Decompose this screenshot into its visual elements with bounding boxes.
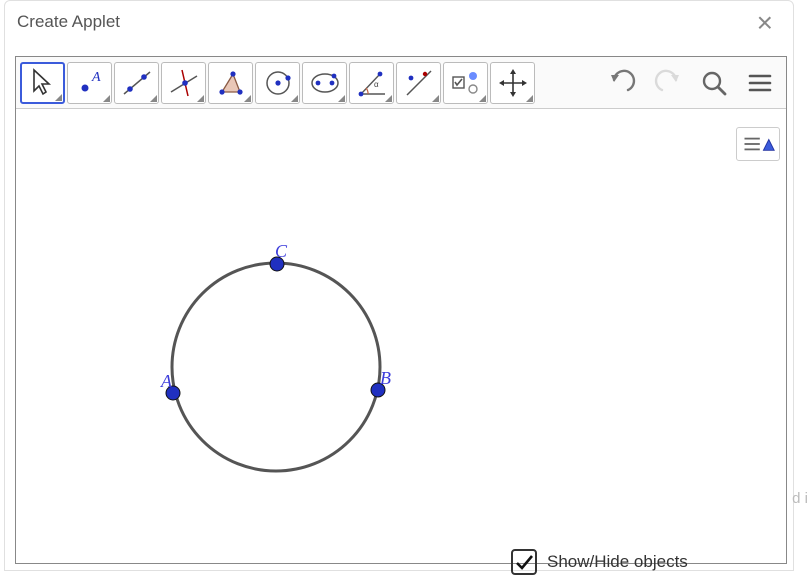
close-icon[interactable]: ×	[757, 9, 773, 37]
tool-point[interactable]: A	[67, 62, 112, 104]
toolbar: A	[16, 57, 786, 109]
tool-move-graphics[interactable]	[490, 62, 535, 104]
checkbox-label: Show/Hide objects	[547, 552, 688, 572]
construction-svg[interactable]	[16, 109, 786, 563]
tool-move[interactable]	[20, 62, 65, 104]
ellipse-icon	[308, 66, 342, 100]
move-graphics-icon	[496, 66, 530, 100]
show-hide-checkbox[interactable]	[511, 549, 537, 575]
label-B: B	[380, 368, 391, 389]
svg-text:A: A	[91, 70, 101, 85]
circle-icon	[261, 66, 295, 100]
perp-icon	[167, 66, 201, 100]
tool-circle[interactable]	[255, 62, 300, 104]
tool-slider[interactable]	[443, 62, 488, 104]
redo-button[interactable]	[646, 63, 690, 103]
undo-button[interactable]	[600, 63, 644, 103]
undo-icon	[607, 68, 637, 98]
check-icon	[514, 552, 534, 572]
applet-canvas: A	[15, 56, 787, 564]
tool-conic[interactable]	[302, 62, 347, 104]
search-icon	[699, 68, 729, 98]
page-title: Create Applet	[17, 12, 120, 32]
reflect-icon	[402, 66, 436, 100]
circle-object[interactable]	[172, 263, 380, 471]
label-A: A	[161, 371, 172, 392]
tool-angle[interactable]: α	[349, 62, 394, 104]
side-clipped-text: d i	[792, 490, 808, 507]
slider-icon	[449, 66, 483, 100]
menu-icon	[745, 68, 775, 98]
checkbox-row: Show/Hide objects	[511, 549, 688, 575]
angle-icon: α	[355, 66, 389, 100]
menu-button[interactable]	[738, 63, 782, 103]
redo-icon	[653, 68, 683, 98]
tool-line[interactable]	[114, 62, 159, 104]
tool-polygon[interactable]	[208, 62, 253, 104]
polygon-icon	[214, 66, 248, 100]
tool-perpendicular[interactable]	[161, 62, 206, 104]
search-button[interactable]	[692, 63, 736, 103]
svg-text:α: α	[374, 80, 379, 89]
label-C: C	[275, 241, 287, 262]
line-icon	[120, 66, 154, 100]
tool-reflect[interactable]	[396, 62, 441, 104]
point-icon: A	[73, 66, 107, 100]
